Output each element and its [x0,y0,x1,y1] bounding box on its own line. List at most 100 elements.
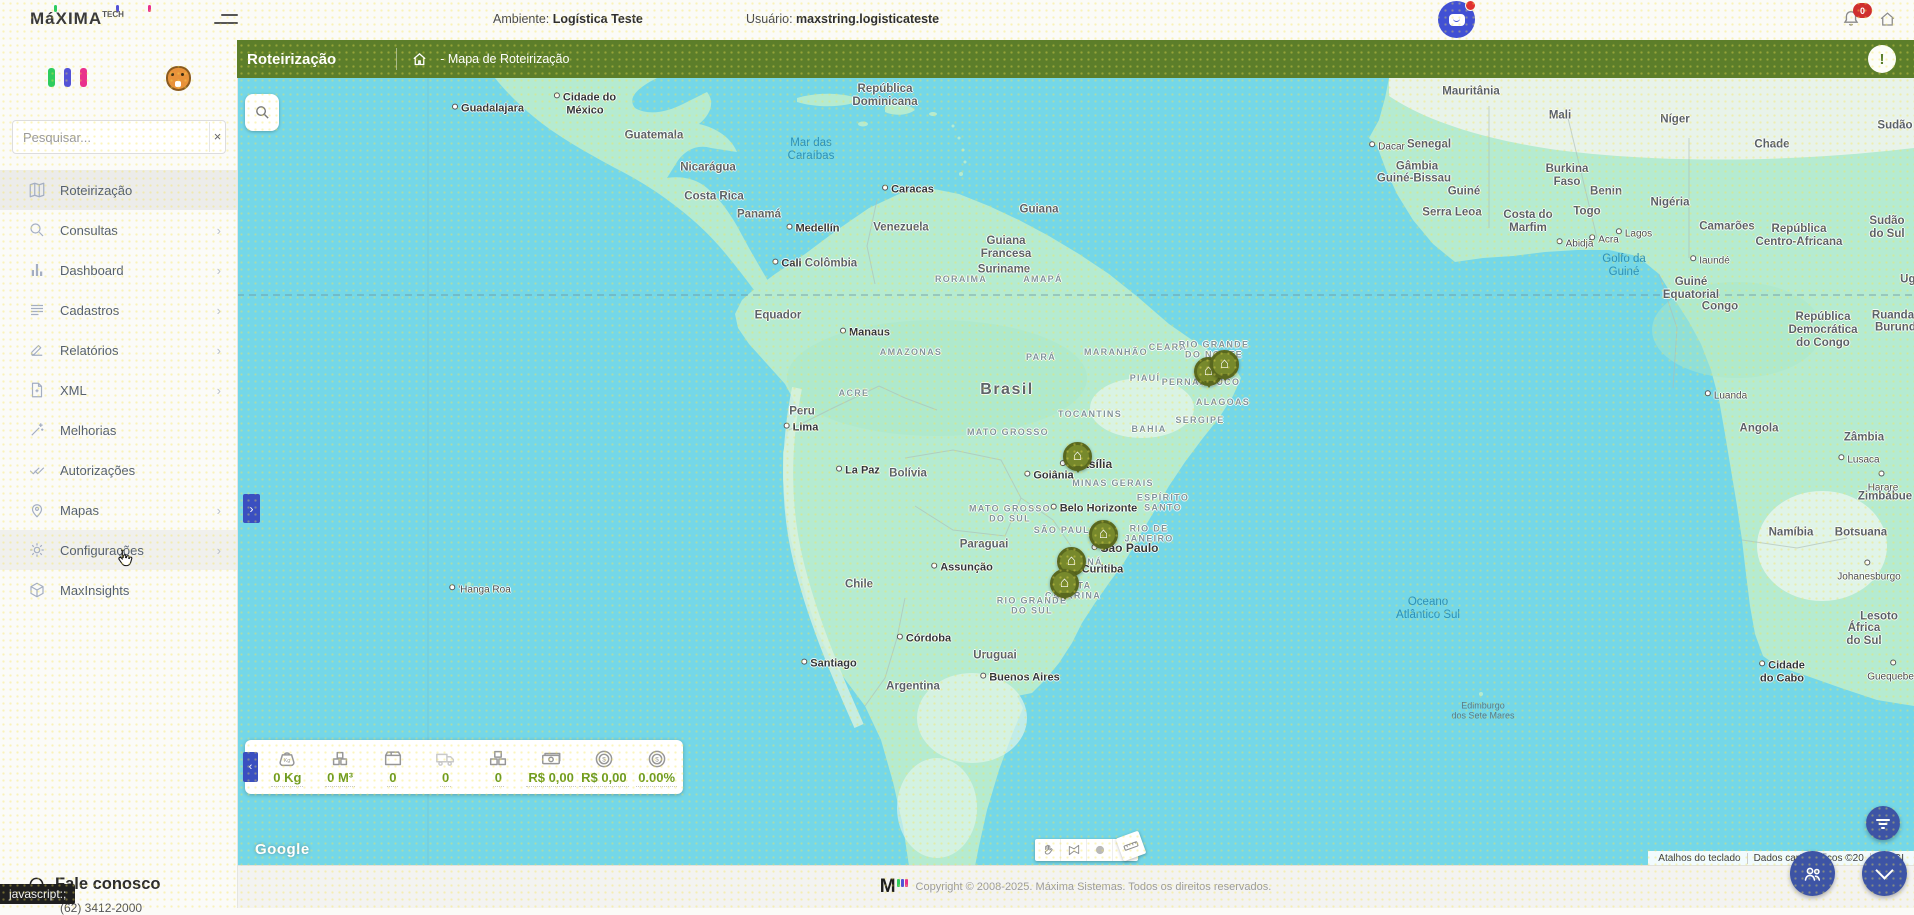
people-icon [1801,862,1825,886]
svg-text:Kg: Kg [284,758,291,764]
sidebar-item-label: Roteirização [60,183,132,198]
svg-text:$: $ [602,756,606,763]
money-icon [540,748,562,770]
route-point-marker[interactable]: ⌂ [1063,442,1092,471]
app-root: { "topbar": { "brand": "MáXIMA", "brand_… [0,0,1914,908]
total-value: 0 [387,770,398,787]
total-value: R$ 0,00 [526,770,576,787]
chevron-right-icon: › [217,263,221,278]
keyboard-shortcuts-link[interactable]: Atalhos do teclado [1652,853,1747,864]
sidebar-item-doc[interactable]: XML› [0,370,237,410]
loading-bars-indicator [48,68,87,87]
doc-icon [28,381,46,399]
breadcrumb-home-icon[interactable] [411,51,428,68]
total-value: 0 Kg [271,770,303,787]
user-indicator: Usuário: maxstring.logisticateste [746,12,939,26]
sidebar-item-gear[interactable]: Configurações› [0,530,237,570]
sidebar-item-map[interactable]: Roteirização [0,170,237,210]
sidebar-item-chart[interactable]: Dashboard › [0,250,237,290]
edit-icon [28,341,46,359]
search-clear-button[interactable]: × [209,122,225,152]
chat-icon [1449,14,1465,26]
sidebar-search: × [12,120,226,154]
polygon-tool-icon[interactable] [1061,839,1087,861]
footer: M Copyright © 2008-2025. Máxima Sistemas… [237,865,1914,908]
checks-icon [28,461,46,479]
total-value: 0.00% [636,770,677,787]
house-icon: ⌂ [1060,575,1069,590]
sidebar-item-label: MaxInsights [60,583,129,598]
search-icon [28,221,46,239]
map-search-button[interactable] [245,94,279,131]
sidebar-item-list[interactable]: Cadastros› [0,290,237,330]
totals-collapse-button[interactable]: ‹ [243,752,258,782]
breadcrumb-page: - Mapa de Roteirização [440,52,569,66]
notifications-button[interactable]: 0 [1840,8,1866,32]
sidebar-search-input[interactable] [13,130,209,145]
chevron-right-icon: › [217,503,221,518]
sidebar-item-edit[interactable]: Relatórios› [0,330,237,370]
total-boxes: 0 [472,748,525,787]
truck-icon [435,748,457,770]
chat-notification-dot [1465,0,1476,11]
gear-icon [28,541,46,559]
coin-icon: $ [593,748,615,770]
mascot-avatar [166,66,191,91]
chevron-right-icon: › [217,343,221,358]
boxes-icon [487,748,509,770]
sidebar-item-checks[interactable]: Autorizações [0,450,237,490]
box-icon [382,748,404,770]
hand-tool-icon[interactable] [1035,839,1061,861]
total-money: R$ 0,00 [525,748,578,787]
alert-button[interactable]: ! [1868,45,1896,73]
route-totals-panel: ‹ Kg0 Kg0 M³000R$ 0,00$R$ 0,00$0.00% [245,740,683,794]
sidebar-item-label: Autorizações [60,463,135,478]
total-value: 0 [493,770,504,787]
menu-toggle-icon[interactable] [212,12,238,28]
home-icon [1878,10,1897,29]
total-percent: $0.00% [630,748,683,787]
routing-map[interactable]: GuadalajaraCidade do MéxicoGuatemalaRepú… [237,78,1914,866]
sidebar-item-label: Dashboard [60,263,124,278]
ruler-icon [1119,834,1142,857]
collapse-fab[interactable] [1862,851,1907,896]
divider [396,48,397,70]
total-truck: 0 [419,748,472,787]
pin-icon [28,501,46,519]
panel-expand-button[interactable]: › [243,494,260,523]
route-point-marker[interactable]: ⌂ [1210,350,1239,379]
circle-tool-icon[interactable] [1087,839,1113,861]
total-value: R$ 0,00 [579,770,629,787]
total-coin: $ R$ 0,00 [578,748,631,787]
route-point-marker[interactable]: ⌂ [1050,569,1079,598]
total-box: 0 [367,748,420,787]
sidebar-item-cube[interactable]: MaxInsights [0,570,237,610]
total-weight: Kg 0 Kg [261,748,314,787]
search-icon [254,104,271,121]
footer-logo: M [880,876,908,898]
chart-icon [28,261,46,279]
sidebar-item-label: XML [60,383,87,398]
module-title: Roteirização [247,51,336,68]
clients-fab[interactable] [1790,851,1835,896]
sidebar-item-wand[interactable]: Melhorias [0,410,237,450]
top-bar: MáXIMATECH Ambiente: Logística Teste Usu… [0,0,1914,40]
sidebar-item-search[interactable]: Consultas› [0,210,237,250]
environment-indicator: Ambiente: Logística Teste [493,12,643,26]
filter-fab[interactable] [1866,806,1900,840]
route-point-marker[interactable]: ⌂ [1089,520,1118,549]
home-button[interactable] [1878,10,1898,28]
chat-support-button[interactable] [1438,1,1475,38]
module-header-bar: Roteirização - Mapa de Roteirização ! [237,40,1914,78]
house-icon: ⌂ [1099,526,1108,541]
sidebar-item-label: Mapas [60,503,99,518]
sidebar-item-label: Melhorias [60,423,116,438]
chevron-down-icon [1875,861,1893,879]
sidebar-item-label: Consultas [60,223,118,238]
sidebar-item-pin[interactable]: Mapas › [0,490,237,530]
wand-icon [28,421,46,439]
chevron-right-icon: › [217,543,221,558]
status-url-tooltip: javascript:; [0,884,75,904]
house-icon: ⌂ [1067,553,1076,568]
copyright-text: Copyright © 2008-2025. Máxima Sistemas. … [916,881,1272,893]
